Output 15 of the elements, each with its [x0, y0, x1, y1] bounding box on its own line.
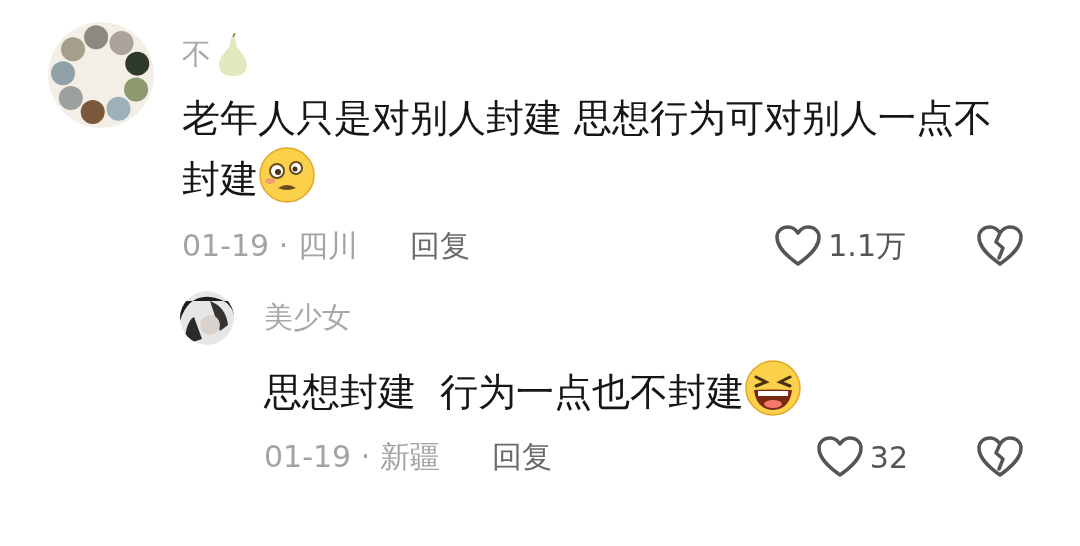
laughing-face-icon [744, 359, 803, 417]
reply-link[interactable]: 回复 [409, 225, 470, 267]
like-count: 32 [869, 439, 908, 475]
broken-heart-icon[interactable] [976, 224, 1024, 268]
pear-icon [217, 33, 249, 77]
heart-icon[interactable] [774, 224, 823, 268]
like-count: 1.1万 [828, 226, 906, 265]
comment-text: 思想封建 行为一点也不封建 [264, 359, 1080, 420]
woozy-face-icon [258, 146, 316, 204]
broken-heart-icon[interactable] [976, 435, 1024, 479]
heart-icon[interactable] [815, 435, 864, 479]
date-location: 01-19 · 四川 [182, 226, 358, 265]
date-location: 01-19 · 新疆 [264, 437, 440, 476]
reply-link[interactable]: 回复 [491, 436, 552, 478]
comment-text: 老年人只是对别人封建 思想行为可对别人一点不封建 [182, 90, 1080, 207]
